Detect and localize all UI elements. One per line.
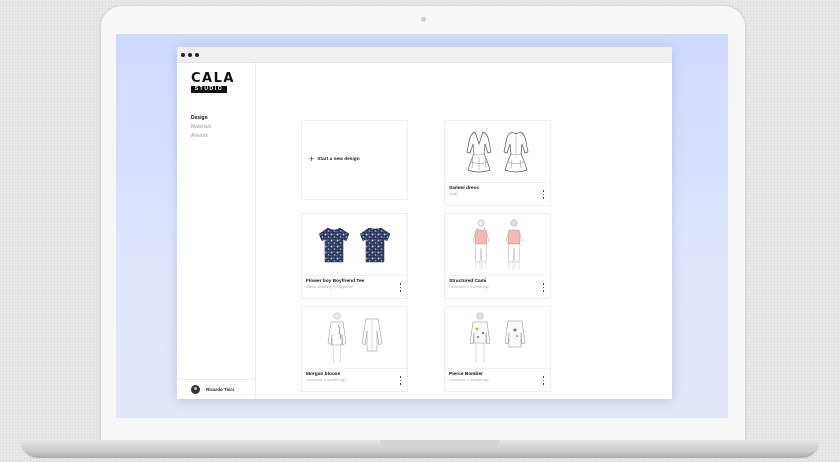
new-design-card[interactable]: + Start a new design xyxy=(301,120,408,200)
design-card[interactable]: Structured Cami Launched: 2 months ago xyxy=(444,213,551,299)
app-window: CALA STUDIO Design Materials Artwork Ric… xyxy=(177,47,672,399)
design-card[interactable]: Morgan blouse Launched: 3 months ago xyxy=(301,306,408,392)
base-notch xyxy=(380,440,500,447)
dress-sketch-back xyxy=(503,131,529,172)
blouse-sketch-back xyxy=(361,318,383,351)
design-thumbnail xyxy=(445,121,550,183)
user-profile[interactable]: Ricardo Tisci xyxy=(177,379,256,399)
laptop-screen: CALA STUDIO Design Materials Artwork Ric… xyxy=(116,34,728,418)
card-status: Status: Awaiting PO Approval xyxy=(306,285,353,289)
new-design-label: Start a new design xyxy=(317,157,360,162)
kebab-icon[interactable] xyxy=(542,376,545,385)
kebab-icon[interactable] xyxy=(542,283,545,292)
card-status: Draft xyxy=(449,192,457,196)
kebab-icon[interactable] xyxy=(399,283,402,292)
sidebar-item-artwork[interactable]: Artwork xyxy=(191,132,211,141)
window-dot-icon[interactable] xyxy=(188,52,192,57)
laptop-base xyxy=(20,440,820,458)
design-thumbnail xyxy=(445,307,550,369)
design-thumbnail xyxy=(302,214,407,276)
user-name: Ricardo Tisci xyxy=(206,387,235,392)
kebab-icon[interactable] xyxy=(399,376,402,385)
window-titlebar xyxy=(177,47,672,63)
dress-sketch-front xyxy=(466,131,492,172)
design-card[interactable]: Sammi dress Draft xyxy=(444,120,551,206)
cami-sketch-front xyxy=(472,219,490,270)
logo-main-text: CALA xyxy=(191,71,235,86)
design-card[interactable]: Pierce Bomber Launched: 3 months ago xyxy=(444,306,551,392)
design-thumbnail xyxy=(302,307,407,369)
window-dot-icon[interactable] xyxy=(195,52,199,57)
design-thumbnail xyxy=(445,214,550,276)
card-status: Launched: 3 months ago xyxy=(449,378,489,382)
card-status: Launched: 2 months ago xyxy=(449,285,489,289)
bomber-sketch-front xyxy=(469,312,491,363)
window-dot-icon[interactable] xyxy=(181,52,185,57)
logo-sub-text: STUDIO xyxy=(191,86,227,93)
sidebar-item-materials[interactable]: Materials xyxy=(191,123,211,132)
cala-studio-logo[interactable]: CALA STUDIO xyxy=(191,71,235,93)
sidebar-item-design[interactable]: Design xyxy=(191,114,211,123)
camera-icon xyxy=(421,17,426,22)
kebab-icon[interactable] xyxy=(542,190,545,199)
plus-icon: + xyxy=(309,154,315,164)
app-body: CALA STUDIO Design Materials Artwork Ric… xyxy=(177,63,672,399)
sidebar-nav: Design Materials Artwork xyxy=(191,114,211,141)
design-card[interactable]: Flower boy Boyfriend Tee Status: Awaitin… xyxy=(301,213,408,299)
sidebar: CALA STUDIO Design Materials Artwork Ric… xyxy=(177,63,256,399)
card-status: Launched: 3 months ago xyxy=(306,378,346,382)
floral-tee-back xyxy=(359,227,391,262)
blouse-sketch-front xyxy=(327,312,347,363)
floral-tee-front xyxy=(318,227,350,262)
avatar xyxy=(191,385,200,394)
bomber-sketch-back xyxy=(504,320,526,347)
cami-sketch-back xyxy=(505,219,523,270)
